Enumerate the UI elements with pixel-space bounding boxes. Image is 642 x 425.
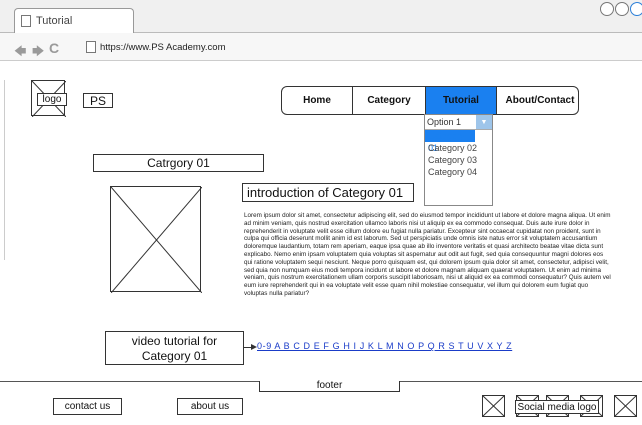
window-controls	[600, 2, 642, 16]
chevron-down-icon[interactable]: ▼	[476, 115, 492, 129]
back-icon[interactable]: 🡄	[14, 42, 26, 63]
brand-name[interactable]: PS	[83, 93, 113, 108]
video-label-line1: video tutorial for	[131, 334, 218, 348]
nav-tutorial[interactable]: Tutorial	[425, 87, 496, 114]
video-label-line2: Category 01	[141, 349, 208, 363]
reload-icon[interactable]: C	[49, 40, 59, 56]
url-field[interactable]: https://www.PS Academy.com	[86, 41, 225, 53]
video-tutorial-box[interactable]: video tutorial for Category 01	[105, 331, 244, 365]
page-icon	[86, 41, 96, 53]
footer-label: footer	[259, 381, 400, 392]
dropdown-selected: Option 1	[427, 117, 462, 127]
dropdown-option[interactable]: Category 01	[425, 130, 475, 153]
nav-category[interactable]: Category	[352, 87, 425, 114]
category-title: Catrgory 01	[93, 154, 264, 172]
alphabet-index-link[interactable]: 0-9 A B C D E F G H I J K L M N O P Q R …	[257, 341, 512, 351]
intro-heading: introduction of Category 01	[242, 183, 414, 202]
nav-about-contact[interactable]: About/Contact	[496, 87, 578, 114]
about-us-button[interactable]: about us	[177, 398, 243, 415]
page-icon	[21, 15, 31, 27]
minimize-icon[interactable]	[600, 2, 614, 16]
maximize-icon[interactable]	[615, 2, 629, 16]
main-nav: Home Category Tutorial About/Contact	[281, 86, 579, 115]
social-media-label: Social media logo	[515, 400, 599, 414]
contact-us-button[interactable]: contact us	[53, 398, 122, 415]
url-text: https://www.PS Academy.com	[100, 41, 226, 53]
tab-title: Tutorial	[36, 15, 73, 27]
dropdown-select[interactable]: Option 1 ▼	[425, 115, 492, 130]
dropdown-option[interactable]: Category 04	[425, 166, 492, 178]
category-image	[110, 186, 202, 293]
close-icon[interactable]	[630, 2, 642, 16]
tutorial-dropdown[interactable]: Option 1 ▼ Category 01 Category 02 Categ…	[424, 114, 493, 206]
dropdown-option[interactable]: Category 03	[425, 154, 492, 166]
page-divider	[4, 80, 5, 260]
browser-tab[interactable]: Tutorial	[14, 8, 134, 33]
dropdown-option[interactable]: Category 02	[425, 142, 492, 154]
forward-icon[interactable]: 🡆	[32, 42, 44, 63]
image-placeholder-icon	[111, 187, 202, 293]
intro-body-text: Lorem ipsum dolor sit amet, consectetur …	[244, 212, 611, 297]
nav-home[interactable]: Home	[282, 87, 352, 114]
logo-label: logo	[37, 93, 67, 106]
